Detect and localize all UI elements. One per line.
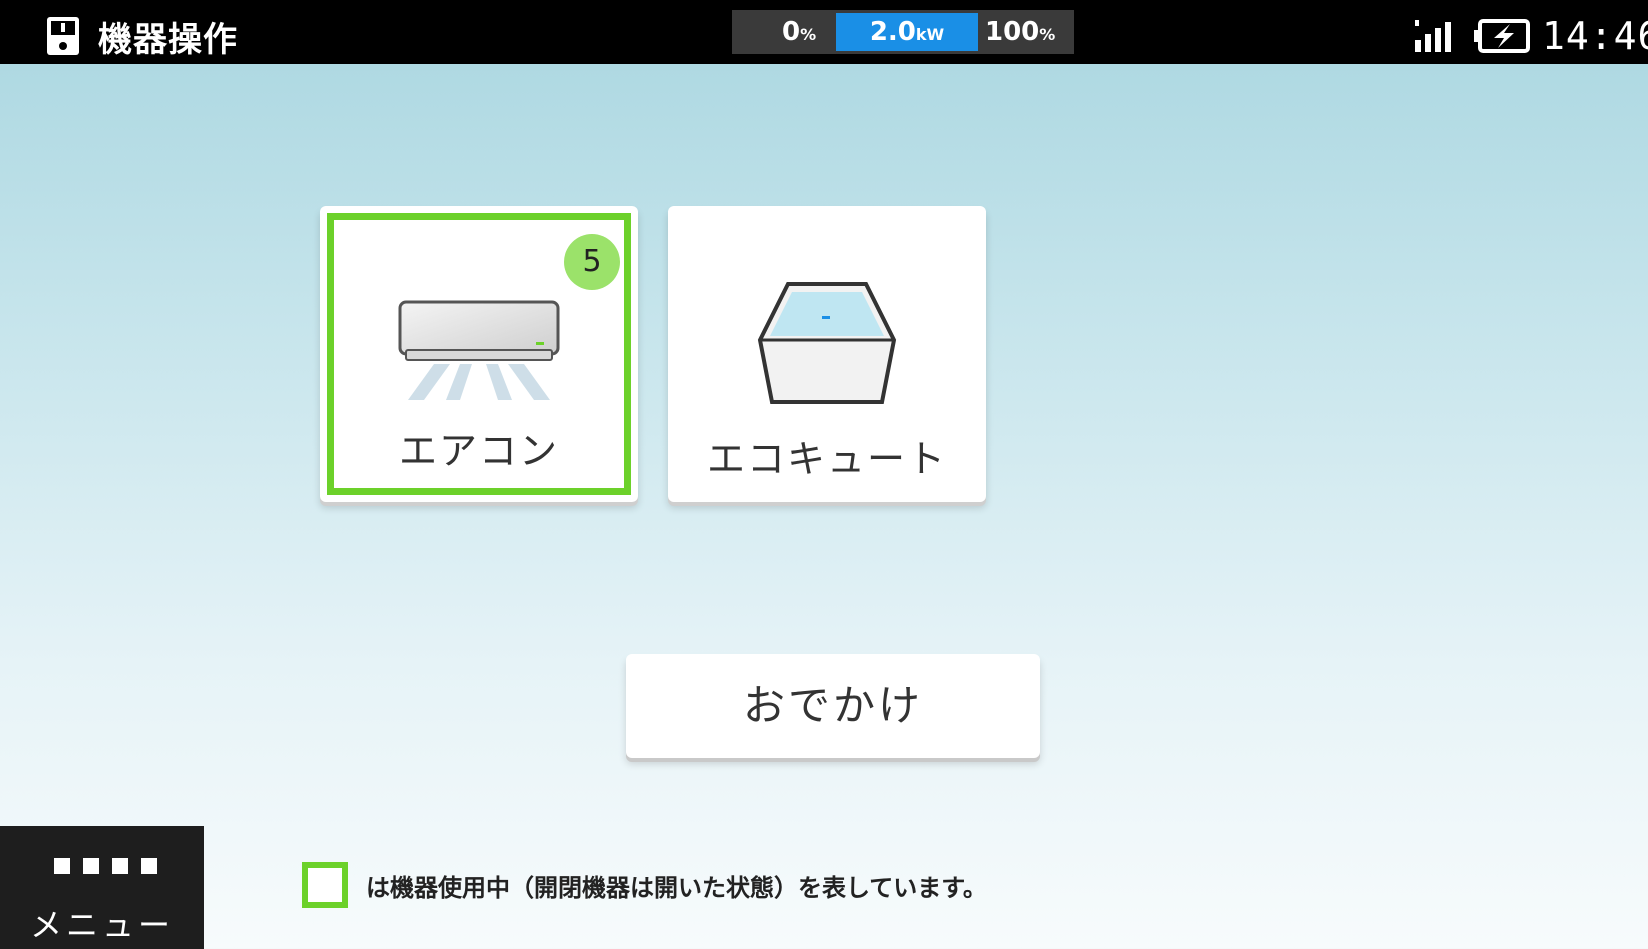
air-conditioner-icon <box>398 300 560 400</box>
power-meter-max: 100% <box>985 17 1056 47</box>
signal-strength-icon <box>1415 20 1451 52</box>
menu-label: メニュー <box>29 906 174 944</box>
legend-text: は機器使用中（開閉機器は開いた状態）を表しています。 <box>366 874 987 902</box>
bathtub-icon <box>757 282 897 404</box>
menu-dots-icon <box>54 858 157 874</box>
legend-indicator <box>302 862 348 908</box>
device-label: エアコン <box>398 429 559 473</box>
page-title: 機器操作 <box>98 20 238 60</box>
device-panel-icon <box>47 17 79 55</box>
battery-charging-icon <box>1474 19 1530 53</box>
power-meter-min: 0% <box>782 17 817 47</box>
power-meter-current: 2.0kW <box>836 13 978 51</box>
device-tile-air-conditioner[interactable]: 5 エアコン <box>320 206 638 502</box>
menu-button[interactable]: メニュー <box>0 826 204 949</box>
device-label: エコキュート <box>706 437 947 481</box>
clock: 14:46 <box>1542 14 1648 58</box>
top-bar: 機器操作 0% 2.0kW 100% 14:46 <box>0 0 1648 64</box>
outing-button[interactable]: おでかけ <box>626 654 1040 758</box>
power-meter: 0% 2.0kW 100% <box>732 10 1074 54</box>
device-tile-eco-cute[interactable]: エコキュート <box>668 206 986 502</box>
count-badge: 5 <box>564 234 620 290</box>
